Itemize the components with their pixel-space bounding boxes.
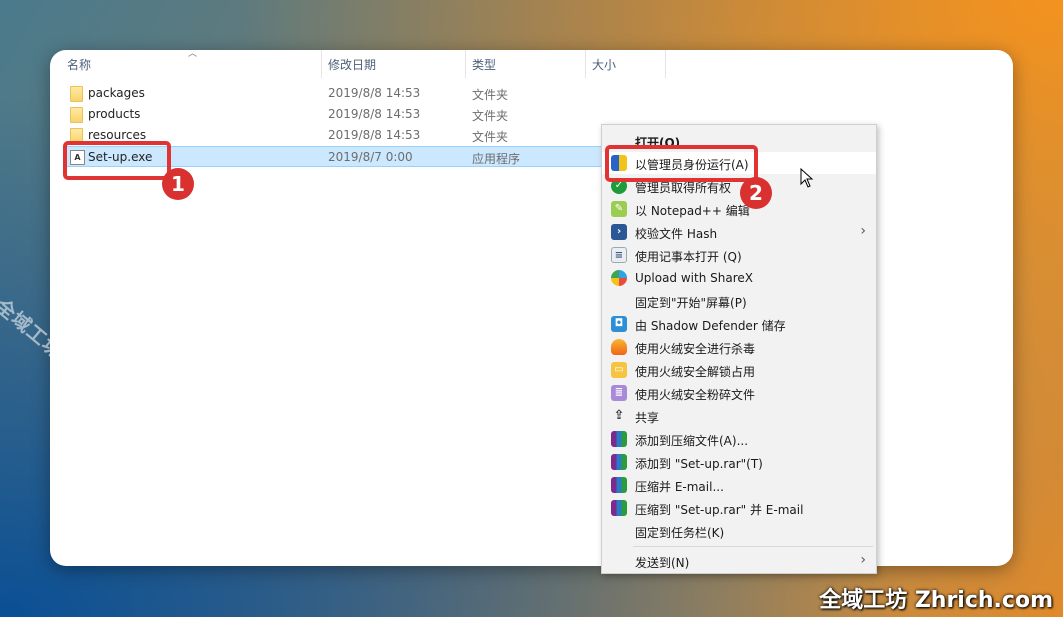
brand-logo-text: 全域工坊 Zhrich.com: [819, 588, 1053, 613]
menu-item-label: 校验文件 Hash: [635, 227, 718, 241]
column-divider[interactable]: [465, 50, 466, 78]
menu-item-label: 使用火绒安全解锁占用: [635, 365, 756, 379]
menu-item-label: 使用记事本打开 (Q): [635, 250, 742, 264]
huorong-unlock-icon: ▭: [611, 362, 627, 378]
menu-item-sharex[interactable]: Upload with ShareX: [602, 267, 876, 289]
column-divider[interactable]: [665, 50, 666, 78]
menu-item-label: 发送到(N): [635, 556, 690, 570]
menu-item-shadow-defender[interactable]: ◘ 由 Shadow Defender 储存: [602, 313, 876, 335]
sharex-icon: [611, 270, 627, 286]
menu-item-label: 使用火绒安全进行杀毒: [635, 342, 756, 356]
menu-item-label: 压缩到 "Set-up.rar" 并 E-mail: [635, 503, 804, 517]
menu-item-pin-start[interactable]: 固定到"开始"屏幕(P): [602, 290, 876, 312]
file-type: 文件夹: [472, 109, 509, 123]
menu-item-pin-taskbar[interactable]: 固定到任务栏(K): [602, 520, 876, 542]
menu-item-label: 添加到 "Set-up.rar"(T): [635, 457, 763, 471]
column-name[interactable]: 名称: [67, 56, 91, 78]
mouse-cursor-icon: [800, 168, 814, 188]
menu-item-huorong-scan[interactable]: 使用火绒安全进行杀毒: [602, 336, 876, 358]
menu-item-label: 添加到压缩文件(A)...: [635, 434, 749, 448]
winrar-icon: [611, 431, 627, 447]
menu-item-share[interactable]: ⇪ 共享: [602, 405, 876, 427]
file-date: 2019/8/8 14:53: [328, 128, 421, 142]
menu-item-compress-email[interactable]: 压缩并 E-mail...: [602, 474, 876, 496]
notepad-plus-plus-icon: ✎: [611, 201, 627, 217]
menu-item-send-to[interactable]: 发送到(N) ›: [602, 550, 876, 572]
column-type[interactable]: 类型: [472, 56, 496, 78]
file-type: 文件夹: [472, 88, 509, 102]
folder-icon: [70, 86, 83, 102]
file-type: 文件夹: [472, 130, 509, 144]
menu-item-huorong-shred[interactable]: ≣ 使用火绒安全粉碎文件: [602, 382, 876, 404]
menu-item-label: 共享: [635, 411, 660, 425]
column-date[interactable]: 修改日期: [328, 56, 376, 78]
huorong-shred-icon: ≣: [611, 385, 627, 401]
menu-item-notepad-plus-plus[interactable]: ✎ 以 Notepad++ 编辑: [602, 198, 876, 220]
menu-item-label: 使用火绒安全粉碎文件: [635, 388, 756, 402]
column-header-bar: ︿ 名称 修改日期 类型 大小: [50, 50, 1013, 78]
file-row-packages[interactable]: packages 2019/8/8 14:53 文件夹: [65, 83, 610, 104]
menu-item-add-archive[interactable]: 添加到压缩文件(A)...: [602, 428, 876, 450]
file-name: products: [88, 107, 141, 121]
winrar-icon: [611, 454, 627, 470]
callout-box-run-as-admin: [605, 145, 758, 182]
menu-item-label: 压缩并 E-mail...: [635, 480, 724, 494]
folder-icon: [70, 107, 83, 123]
file-date: 2019/8/8 14:53: [328, 86, 421, 100]
shadow-defender-icon: ◘: [611, 316, 627, 332]
column-size[interactable]: 大小: [592, 56, 616, 78]
sort-up-icon: ︿: [188, 50, 198, 59]
file-type: 应用程序: [472, 152, 521, 166]
menu-item-label: 固定到"开始"屏幕(P): [635, 296, 747, 310]
column-divider[interactable]: [585, 50, 586, 78]
callout-box-setup: [63, 141, 171, 180]
file-name: packages: [88, 86, 145, 100]
menu-item-label: Upload with ShareX: [635, 271, 753, 285]
menu-item-open-notepad[interactable]: ≡ 使用记事本打开 (Q): [602, 244, 876, 266]
file-name: resources: [88, 128, 147, 142]
huorong-flame-icon: [611, 339, 627, 355]
menu-item-label: 以 Notepad++ 编辑: [635, 204, 750, 218]
chevron-right-icon: ›: [860, 223, 866, 239]
menu-item-label: 固定到任务栏(K): [635, 526, 725, 540]
file-date: 2019/8/7 0:00: [328, 150, 413, 164]
winrar-icon: [611, 500, 627, 516]
notepad-icon: ≡: [611, 247, 627, 263]
file-row-products[interactable]: products 2019/8/8 14:53 文件夹: [65, 104, 610, 125]
winrar-icon: [611, 477, 627, 493]
share-icon: ⇪: [613, 408, 625, 423]
context-menu: 打开(O) 以管理员身份运行(A) ✓ 管理员取得所有权 ✎ 以 Notepad…: [601, 124, 877, 574]
step-badge-2: 2: [740, 177, 772, 209]
file-date: 2019/8/8 14:53: [328, 107, 421, 121]
menu-item-compress-setup-email[interactable]: 压缩到 "Set-up.rar" 并 E-mail: [602, 497, 876, 519]
step-badge-1: 1: [162, 168, 194, 200]
powershell-icon: ›: [611, 224, 627, 240]
menu-separator: [633, 546, 873, 547]
menu-item-file-hash[interactable]: › 校验文件 Hash ›: [602, 221, 876, 243]
menu-item-label: 由 Shadow Defender 储存: [635, 319, 786, 333]
column-divider[interactable]: [321, 50, 322, 78]
chevron-right-icon: ›: [860, 552, 866, 568]
menu-item-add-setup-rar[interactable]: 添加到 "Set-up.rar"(T): [602, 451, 876, 473]
menu-item-huorong-unlock[interactable]: ▭ 使用火绒安全解锁占用: [602, 359, 876, 381]
